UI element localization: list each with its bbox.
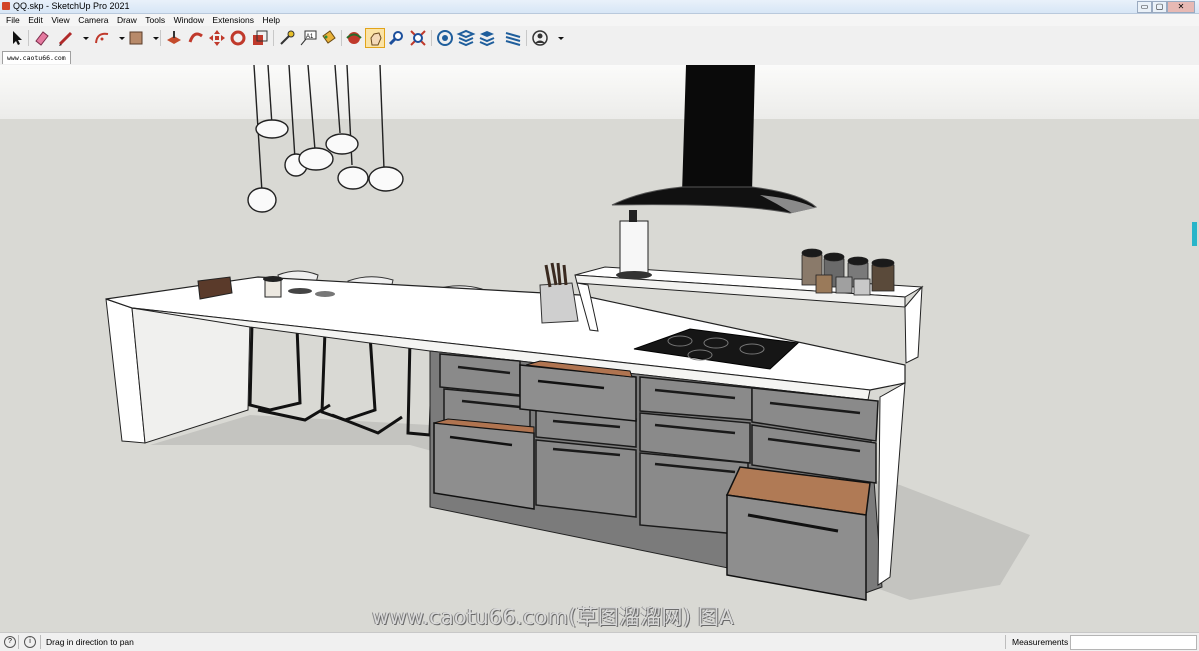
toolbar-separator [431,30,432,46]
menu-camera[interactable]: Camera [78,14,108,26]
extension-warehouse-button[interactable] [456,28,476,48]
svg-text:A1: A1 [306,34,314,40]
close-button[interactable]: ✕ [1167,1,1195,13]
chevron-down-icon [558,37,564,40]
toolbar-separator [28,30,29,46]
line-tool-dropdown[interactable] [76,28,89,48]
menu-bar: File Edit View Camera Draw Tools Window … [0,14,1199,26]
menu-extensions[interactable]: Extensions [212,14,254,26]
measurements-label: Measurements [1012,637,1069,647]
rectangle-icon [129,31,143,45]
large-toolset-toolbar: A1 [0,26,1199,51]
tape-measure-icon [280,30,295,45]
shape-tool[interactable] [126,28,146,48]
open-drawer-left [433,422,535,510]
viewport-scroll-indicator[interactable] [1192,222,1197,246]
move-tool[interactable] [207,28,227,48]
menu-draw[interactable]: Draw [117,14,137,26]
sky [0,65,1199,119]
menu-file[interactable]: File [6,14,20,26]
menu-view[interactable]: View [51,14,69,26]
text-tool[interactable]: A1 [298,28,318,48]
user-account-icon [532,30,548,46]
zoom-extents-tool[interactable] [408,28,428,48]
3d-warehouse-button[interactable] [435,28,455,48]
status-divider [40,635,41,649]
status-divider [18,635,19,649]
extension-warehouse-icon [456,29,476,47]
tape-measure-tool[interactable] [277,28,297,48]
maximize-button[interactable]: ▢ [1152,1,1167,13]
instructor-info-icon[interactable]: i [24,636,36,648]
pencil-icon [58,31,73,46]
scale-icon [253,30,268,45]
watermark: www.caotu66.com(草图溜溜网) 图A [372,605,734,629]
paint-bucket-tool[interactable] [318,28,338,48]
status-bar: ? i Drag in direction to pan Measurement… [0,632,1199,651]
arc-tool[interactable] [92,28,112,48]
toolbar-separator [160,30,161,46]
magnifier-icon [388,31,403,46]
orbit-tool[interactable] [344,28,364,48]
scene-tabs: www.caotu66.com [0,50,1199,65]
toolbar-separator [526,30,527,46]
geolocation-icon[interactable]: ? [4,636,16,648]
layout-button[interactable] [477,28,497,48]
menu-tools[interactable]: Tools [145,14,165,26]
scale-tool[interactable] [250,28,270,48]
menu-help[interactable]: Help [263,14,280,26]
status-message: Drag in direction to pan [46,637,134,647]
kitchen-island-model[interactable] [0,65,1199,632]
sandbox-icon [505,32,521,46]
line-tool[interactable] [56,28,76,48]
title-bar: QQ.skp - SketchUp Pro 2021 ▭ ▢ ✕ [0,0,1199,14]
move-arrows-icon [209,30,225,46]
push-pull-tool[interactable] [164,28,184,48]
push-pull-icon [167,31,181,44]
eraser-icon [35,31,49,46]
text-label-icon: A1 [300,30,317,46]
account-button[interactable] [530,28,550,48]
pan-tool[interactable] [365,28,385,48]
zoom-tool[interactable] [387,28,407,48]
measurements-input[interactable] [1070,635,1197,650]
menu-window[interactable]: Window [174,14,204,26]
arrow-cursor-icon [13,31,22,45]
toolbar-separator [341,30,342,46]
follow-me-icon [188,32,203,43]
shape-tool-dropdown[interactable] [146,28,159,48]
arc-tool-dropdown[interactable] [112,28,125,48]
scene-tab[interactable]: www.caotu66.com [2,51,71,64]
select-tool[interactable] [6,28,26,48]
eraser-tool[interactable] [32,28,52,48]
rotate-tool[interactable] [228,28,248,48]
toolbar-separator [273,30,274,46]
account-dropdown[interactable] [551,28,564,48]
status-divider [1005,635,1006,649]
sketchup-app-icon [2,2,10,10]
arc-icon [95,32,109,44]
orbit-icon [346,32,362,44]
paint-bucket-icon [322,30,336,44]
follow-me-tool[interactable] [186,28,206,48]
minimize-button[interactable]: ▭ [1137,1,1152,13]
zoom-extents-icon [410,30,426,46]
modeling-viewport[interactable] [0,65,1199,632]
chevron-down-icon [153,37,159,40]
rotate-icon [230,30,246,46]
3d-warehouse-icon [437,30,453,46]
hand-pan-icon [370,32,382,46]
window-title: QQ.skp - SketchUp Pro 2021 [13,1,130,11]
sandbox-button[interactable] [503,28,523,48]
layers-stack-icon [479,31,495,47]
menu-edit[interactable]: Edit [28,14,43,26]
